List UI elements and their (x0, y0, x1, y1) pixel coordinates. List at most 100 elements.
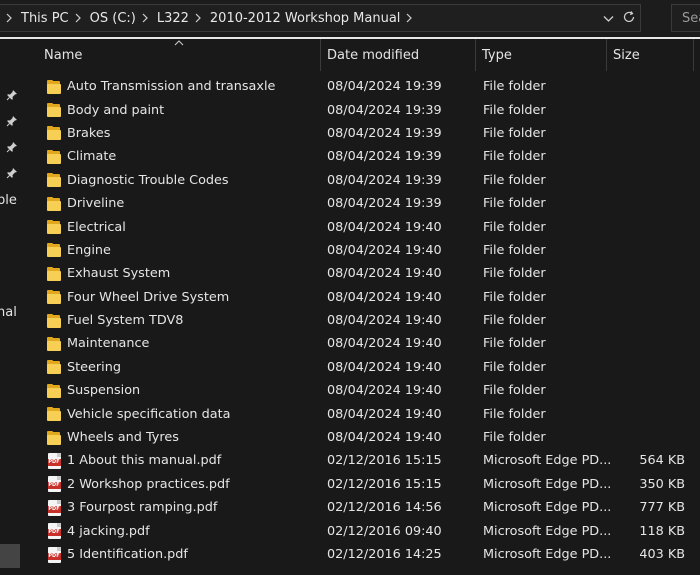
chevron-down-icon[interactable] (603, 11, 614, 26)
file-row[interactable]: Driveline 08/04/2024 19:39 File folder (27, 192, 700, 215)
file-date-modified: 08/04/2024 19:40 (327, 406, 442, 422)
file-size: 777 KB (639, 500, 685, 516)
pdf-icon: PDF (46, 449, 62, 472)
file-name: Electrical (67, 219, 126, 235)
file-row[interactable]: Climate 08/04/2024 19:39 File folder (27, 145, 700, 168)
chevron-right-icon[interactable] (142, 13, 148, 23)
file-size (614, 239, 685, 262)
file-date-modified: 08/04/2024 19:40 (327, 289, 442, 305)
pin-icon[interactable] (6, 89, 18, 101)
breadcrumb-l322[interactable]: L322 (157, 5, 189, 31)
file-date-modified: 02/12/2016 14:56 (327, 500, 442, 516)
file-size (614, 192, 685, 215)
file-date-modified: 08/04/2024 19:39 (327, 172, 442, 188)
pdf-icon: PDF (46, 519, 62, 542)
file-row[interactable]: Diagnostic Trouble Codes 08/04/2024 19:3… (27, 169, 700, 192)
column-header-label: Name (44, 47, 83, 63)
file-date-modified: 08/04/2024 19:39 (327, 196, 442, 212)
file-name: Diagnostic Trouble Codes (67, 172, 229, 188)
file-date-modified: 08/04/2024 19:40 (327, 359, 442, 375)
nav-item-selected[interactable] (0, 544, 20, 568)
file-type: File folder (483, 406, 546, 422)
column-header-row: Name Date modified Type Size (27, 39, 700, 71)
file-row[interactable]: PDF 4 jacking.pdf 02/12/2016 09:40 Micro… (27, 519, 700, 542)
pin-icon[interactable] (6, 167, 18, 179)
folder-icon (46, 402, 62, 425)
file-name: Driveline (67, 196, 125, 212)
breadcrumb-label: This PC (21, 10, 69, 26)
file-size: 350 KB (639, 476, 685, 492)
nav-item-label[interactable]: ble (0, 193, 17, 208)
file-row[interactable]: PDF 5 Identification.pdf 02/12/2016 14:2… (27, 543, 700, 566)
file-row[interactable]: Brakes 08/04/2024 19:39 File folder (27, 122, 700, 145)
folder-icon (46, 332, 62, 355)
file-row[interactable]: PDF 2 Workshop practices.pdf 02/12/2016 … (27, 473, 700, 496)
file-row[interactable]: Steering 08/04/2024 19:40 File folder (27, 356, 700, 379)
file-date-modified: 08/04/2024 19:40 (327, 219, 442, 235)
breadcrumb-workshop-manual[interactable]: 2010-2012 Workshop Manual (210, 5, 401, 31)
address-tools (603, 5, 636, 31)
file-type: Microsoft Edge PD... (483, 523, 612, 539)
chevron-right-icon[interactable] (406, 13, 413, 23)
breadcrumb-label: L322 (156, 10, 189, 26)
chevron-right-icon[interactable] (195, 13, 201, 23)
file-size (614, 332, 685, 355)
pin-icon[interactable] (6, 115, 18, 127)
file-type: File folder (483, 313, 546, 329)
column-header-name[interactable]: Name (27, 39, 321, 71)
folder-icon (46, 75, 62, 98)
folder-icon (46, 309, 62, 332)
file-row[interactable]: Exhaust System 08/04/2024 19:40 File fol… (27, 262, 700, 285)
file-row[interactable]: Fuel System TDV8 08/04/2024 19:40 File f… (27, 309, 700, 332)
address-bar[interactable]: This PC OS (C:) L322 2010-2012 Workshop … (0, 4, 641, 32)
column-header-size[interactable]: Size (607, 39, 694, 71)
folder-icon (46, 215, 62, 238)
file-type: File folder (483, 430, 546, 446)
chevron-right-icon[interactable] (6, 13, 12, 23)
breadcrumb-this-pc[interactable]: This PC (21, 5, 69, 31)
breadcrumb-os-drive[interactable]: OS (C:) (90, 5, 136, 31)
file-date-modified: 08/04/2024 19:40 (327, 266, 442, 282)
file-date-modified: 02/12/2016 15:15 (327, 453, 442, 469)
chevron-right-icon[interactable] (75, 13, 81, 23)
nav-item-label[interactable]: nal (0, 305, 17, 320)
folder-icon (46, 192, 62, 215)
file-name: 3 Fourpost ramping.pdf (67, 500, 218, 516)
column-header-label: Type (482, 47, 512, 63)
file-type: File folder (483, 125, 546, 141)
file-type: File folder (483, 242, 546, 258)
file-row[interactable]: Four Wheel Drive System 08/04/2024 19:40… (27, 286, 700, 309)
file-row[interactable]: Vehicle specification data 08/04/2024 19… (27, 402, 700, 425)
file-row[interactable]: PDF 3 Fourpost ramping.pdf 02/12/2016 14… (27, 496, 700, 519)
file-list: Auto Transmission and transaxle 08/04/20… (27, 75, 700, 566)
folder-icon (46, 356, 62, 379)
file-type: File folder (483, 336, 546, 352)
file-row[interactable]: Wheels and Tyres 08/04/2024 19:40 File f… (27, 426, 700, 449)
search-input[interactable]: Sea (671, 4, 700, 32)
file-row[interactable]: PDF 1 About this manual.pdf 02/12/2016 1… (27, 449, 700, 472)
file-row[interactable]: Body and paint 08/04/2024 19:39 File fol… (27, 98, 700, 121)
folder-icon (46, 169, 62, 192)
column-header-date[interactable]: Date modified (321, 39, 476, 71)
file-name: 4 jacking.pdf (67, 523, 150, 539)
file-date-modified: 02/12/2016 15:15 (327, 476, 442, 492)
file-name: Wheels and Tyres (67, 430, 179, 446)
folder-icon (46, 379, 62, 402)
file-size (614, 426, 685, 449)
folder-icon (46, 145, 62, 168)
refresh-icon[interactable] (622, 10, 636, 27)
pdf-icon: PDF (46, 543, 62, 566)
toolbar: This PC OS (C:) L322 2010-2012 Workshop … (0, 0, 700, 36)
file-row[interactable]: Electrical 08/04/2024 19:40 File folder (27, 215, 700, 238)
file-date-modified: 08/04/2024 19:40 (327, 430, 442, 446)
file-row[interactable]: Suspension 08/04/2024 19:40 File folder (27, 379, 700, 402)
column-header-type[interactable]: Type (476, 39, 607, 71)
file-row[interactable]: Auto Transmission and transaxle 08/04/20… (27, 75, 700, 98)
pin-icon[interactable] (6, 141, 18, 153)
file-type: File folder (483, 149, 546, 165)
file-name: Vehicle specification data (67, 406, 231, 422)
file-size (614, 379, 685, 402)
file-row[interactable]: Engine 08/04/2024 19:40 File folder (27, 239, 700, 262)
file-row[interactable]: Maintenance 08/04/2024 19:40 File folder (27, 332, 700, 355)
file-date-modified: 08/04/2024 19:39 (327, 102, 442, 118)
